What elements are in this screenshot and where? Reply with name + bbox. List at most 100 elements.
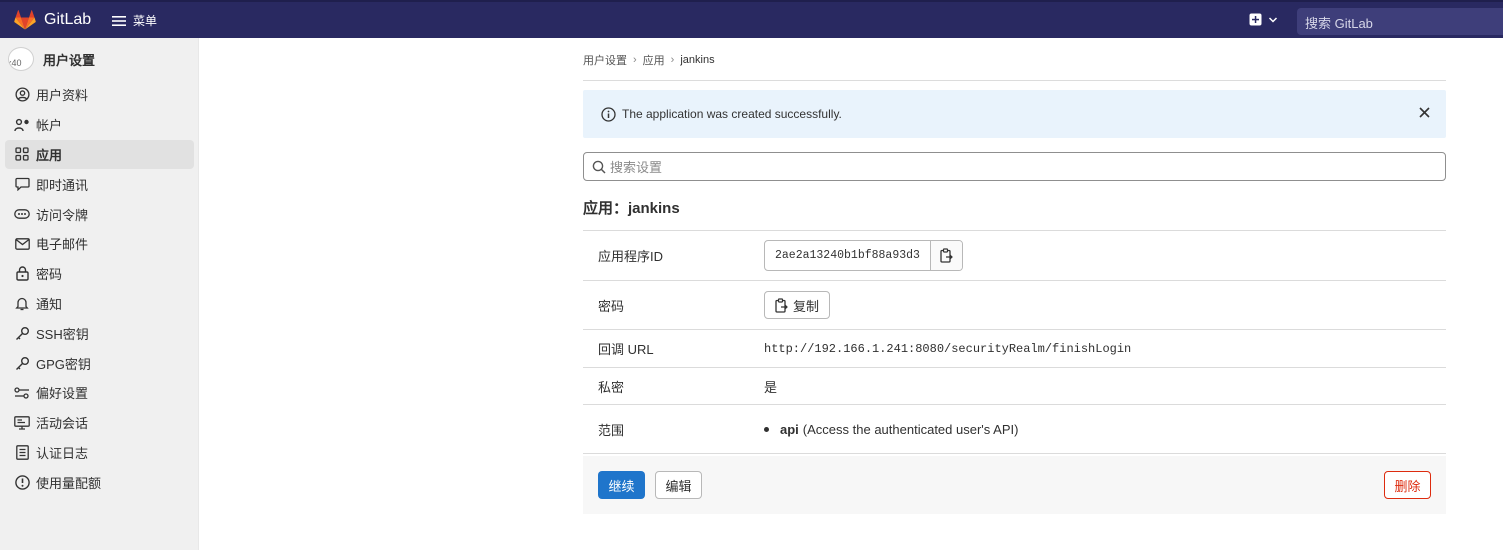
scopes-label: 范围: [598, 422, 625, 438]
sidebar-item-label: 即时通讯: [36, 177, 89, 193]
menu-label: 菜单: [133, 14, 158, 28]
sidebar-item-password[interactable]: 密码: [5, 259, 194, 289]
sidebar-item-applications[interactable]: 应用: [5, 139, 194, 170]
clipboard-icon: [775, 297, 788, 313]
app-id-field: 2ae2a13240b1bf88a93d3: [764, 240, 963, 271]
gitlab-logo-icon[interactable]: [14, 10, 36, 30]
sidebar-item-label: 帐户: [36, 118, 63, 134]
table-row: 回调 URL http://192.166.1.241:8080/securit…: [583, 329, 1446, 367]
hamburger-icon: [112, 15, 126, 26]
confidential-label: 私密: [598, 379, 625, 395]
app-id-value[interactable]: 2ae2a13240b1bf88a93d3: [765, 241, 930, 270]
sidebar-item-preferences[interactable]: 偏好设置: [5, 378, 194, 408]
sidebar-item-label: 偏好设置: [36, 386, 89, 402]
divider: [583, 80, 1446, 81]
breadcrumb-applications[interactable]: 应用: [643, 52, 665, 68]
sidebar-item-access-tokens[interactable]: 访问令牌: [5, 199, 194, 229]
callback-url-label: 回调 URL: [598, 342, 654, 357]
token-icon: [14, 206, 30, 222]
table-row: 私密 是: [583, 367, 1446, 404]
user-circle-icon: [14, 87, 30, 103]
search-icon: [592, 160, 606, 174]
table-row: 密码 复制: [583, 280, 1446, 329]
sidebar-item-label: GPG密钥: [36, 356, 91, 372]
menu-button[interactable]: 菜单: [112, 12, 157, 29]
account-gear-icon: [14, 117, 30, 133]
continue-button[interactable]: 继续: [598, 471, 645, 499]
edit-button[interactable]: 编辑: [655, 471, 702, 499]
delete-button[interactable]: 删除: [1384, 471, 1431, 499]
mail-icon: [14, 236, 30, 252]
settings-search-input[interactable]: 搜索设置: [583, 152, 1446, 181]
sidebar-item-label: 活动会话: [36, 416, 89, 432]
key-icon: [14, 355, 30, 371]
callback-url-value: http://192.166.1.241:8080/securityRealm/…: [764, 341, 1132, 356]
sidebar-item-notifications[interactable]: 通知: [5, 289, 194, 319]
sidebar-item-authentication-log[interactable]: 认证日志: [5, 438, 194, 468]
chevron-right-icon: ›: [670, 54, 675, 66]
sidebar-item-account[interactable]: 帐户: [5, 110, 194, 140]
bell-icon: [14, 295, 30, 311]
alert-message: The application was created successfully…: [622, 107, 842, 121]
new-dropdown-button[interactable]: [1249, 13, 1278, 26]
comment-icon: [14, 176, 30, 192]
sidebar-title: 用户设置: [43, 52, 96, 68]
sidebar-item-label: 应用: [36, 147, 63, 163]
copy-app-id-button[interactable]: [929, 241, 962, 270]
application-details-table: 应用程序ID 2ae2a13240b1bf88a93d3 密码 复制 回调 UR…: [583, 230, 1446, 454]
sidebar-item-label: 电子邮件: [36, 237, 89, 253]
lock-icon: [14, 266, 30, 282]
sidebar-item-chat[interactable]: 即时通讯: [5, 169, 194, 199]
sidebar-item-label: 使用量配额: [36, 475, 102, 491]
page-title: 应用：jankins: [583, 200, 680, 217]
settings-search-placeholder: 搜索设置: [610, 160, 663, 175]
table-row: 应用程序ID 2ae2a13240b1bf88a93d3: [583, 230, 1446, 280]
chevron-down-icon: [1268, 16, 1278, 23]
monitor-icon: [14, 415, 30, 431]
copy-secret-button[interactable]: 复制: [764, 291, 831, 319]
sidebar-item-label: 通知: [36, 296, 63, 312]
sidebar-item-label: 访问令牌: [36, 207, 89, 223]
sidebar-menu: 用户资料 帐户 应用 即时通讯 访问令牌 电子邮件 密码 通知 SSH密钥 GP…: [5, 80, 194, 497]
scope-list-item: api (Access the authenticated user's API…: [764, 422, 1018, 437]
scope-name: api: [780, 421, 799, 437]
app-id-label: 应用程序ID: [598, 249, 664, 264]
brand-name[interactable]: GitLab: [44, 11, 91, 29]
avatar: x40: [8, 47, 34, 71]
log-icon: [14, 444, 30, 460]
sidebar-item-label: 用户资料: [36, 88, 89, 104]
sidebar-item-label: SSH密钥: [36, 326, 89, 342]
sidebar-item-gpg-keys[interactable]: GPG密钥: [5, 348, 194, 378]
breadcrumb: 用户设置 › 应用 › jankins: [583, 52, 715, 68]
clipboard-icon: [940, 248, 953, 263]
sidebar-header[interactable]: x40 用户设置: [8, 47, 95, 71]
breadcrumb-current[interactable]: jankins: [680, 54, 714, 66]
scope-description: (Access the authenticated user's API): [802, 421, 1019, 437]
sidebar-item-label: 密码: [36, 267, 63, 283]
sidebar-item-active-sessions[interactable]: 活动会话: [5, 408, 194, 438]
success-alert: The application was created successfully…: [583, 90, 1446, 138]
breadcrumb-user-settings[interactable]: 用户设置: [583, 52, 627, 68]
top-navbar: GitLab 菜单 搜索 GitLab: [0, 0, 1503, 38]
table-row: 范围 api (Access the authenticated user's …: [583, 404, 1446, 454]
key-icon: [14, 325, 30, 341]
plus-square-icon: [1249, 13, 1262, 26]
sidebar-item-label: 认证日志: [36, 445, 89, 461]
secret-label: 密码: [598, 298, 625, 314]
global-search-input[interactable]: 搜索 GitLab: [1297, 8, 1503, 35]
confidential-value: 是: [764, 379, 778, 395]
sidebar-item-emails[interactable]: 电子邮件: [5, 229, 194, 259]
applications-grid-icon: [14, 146, 30, 162]
sidebar-item-profile[interactable]: 用户资料: [5, 80, 194, 110]
sidebar-item-usage-quotas[interactable]: 使用量配额: [5, 467, 194, 497]
info-icon: [601, 106, 616, 122]
bullet-icon: [764, 426, 769, 432]
sidebar: x40 用户设置 用户资料 帐户 应用 即时通讯 访问令牌 电子邮件 密码 通知…: [0, 38, 199, 550]
chevron-right-icon: ›: [633, 54, 637, 66]
close-icon[interactable]: [1419, 107, 1430, 118]
copy-label: 复制: [793, 298, 820, 314]
sidebar-item-ssh-keys[interactable]: SSH密钥: [5, 318, 194, 348]
preferences-icon: [14, 385, 30, 401]
quota-icon: [14, 474, 30, 490]
form-actions: 继续 编辑 删除: [583, 456, 1446, 514]
